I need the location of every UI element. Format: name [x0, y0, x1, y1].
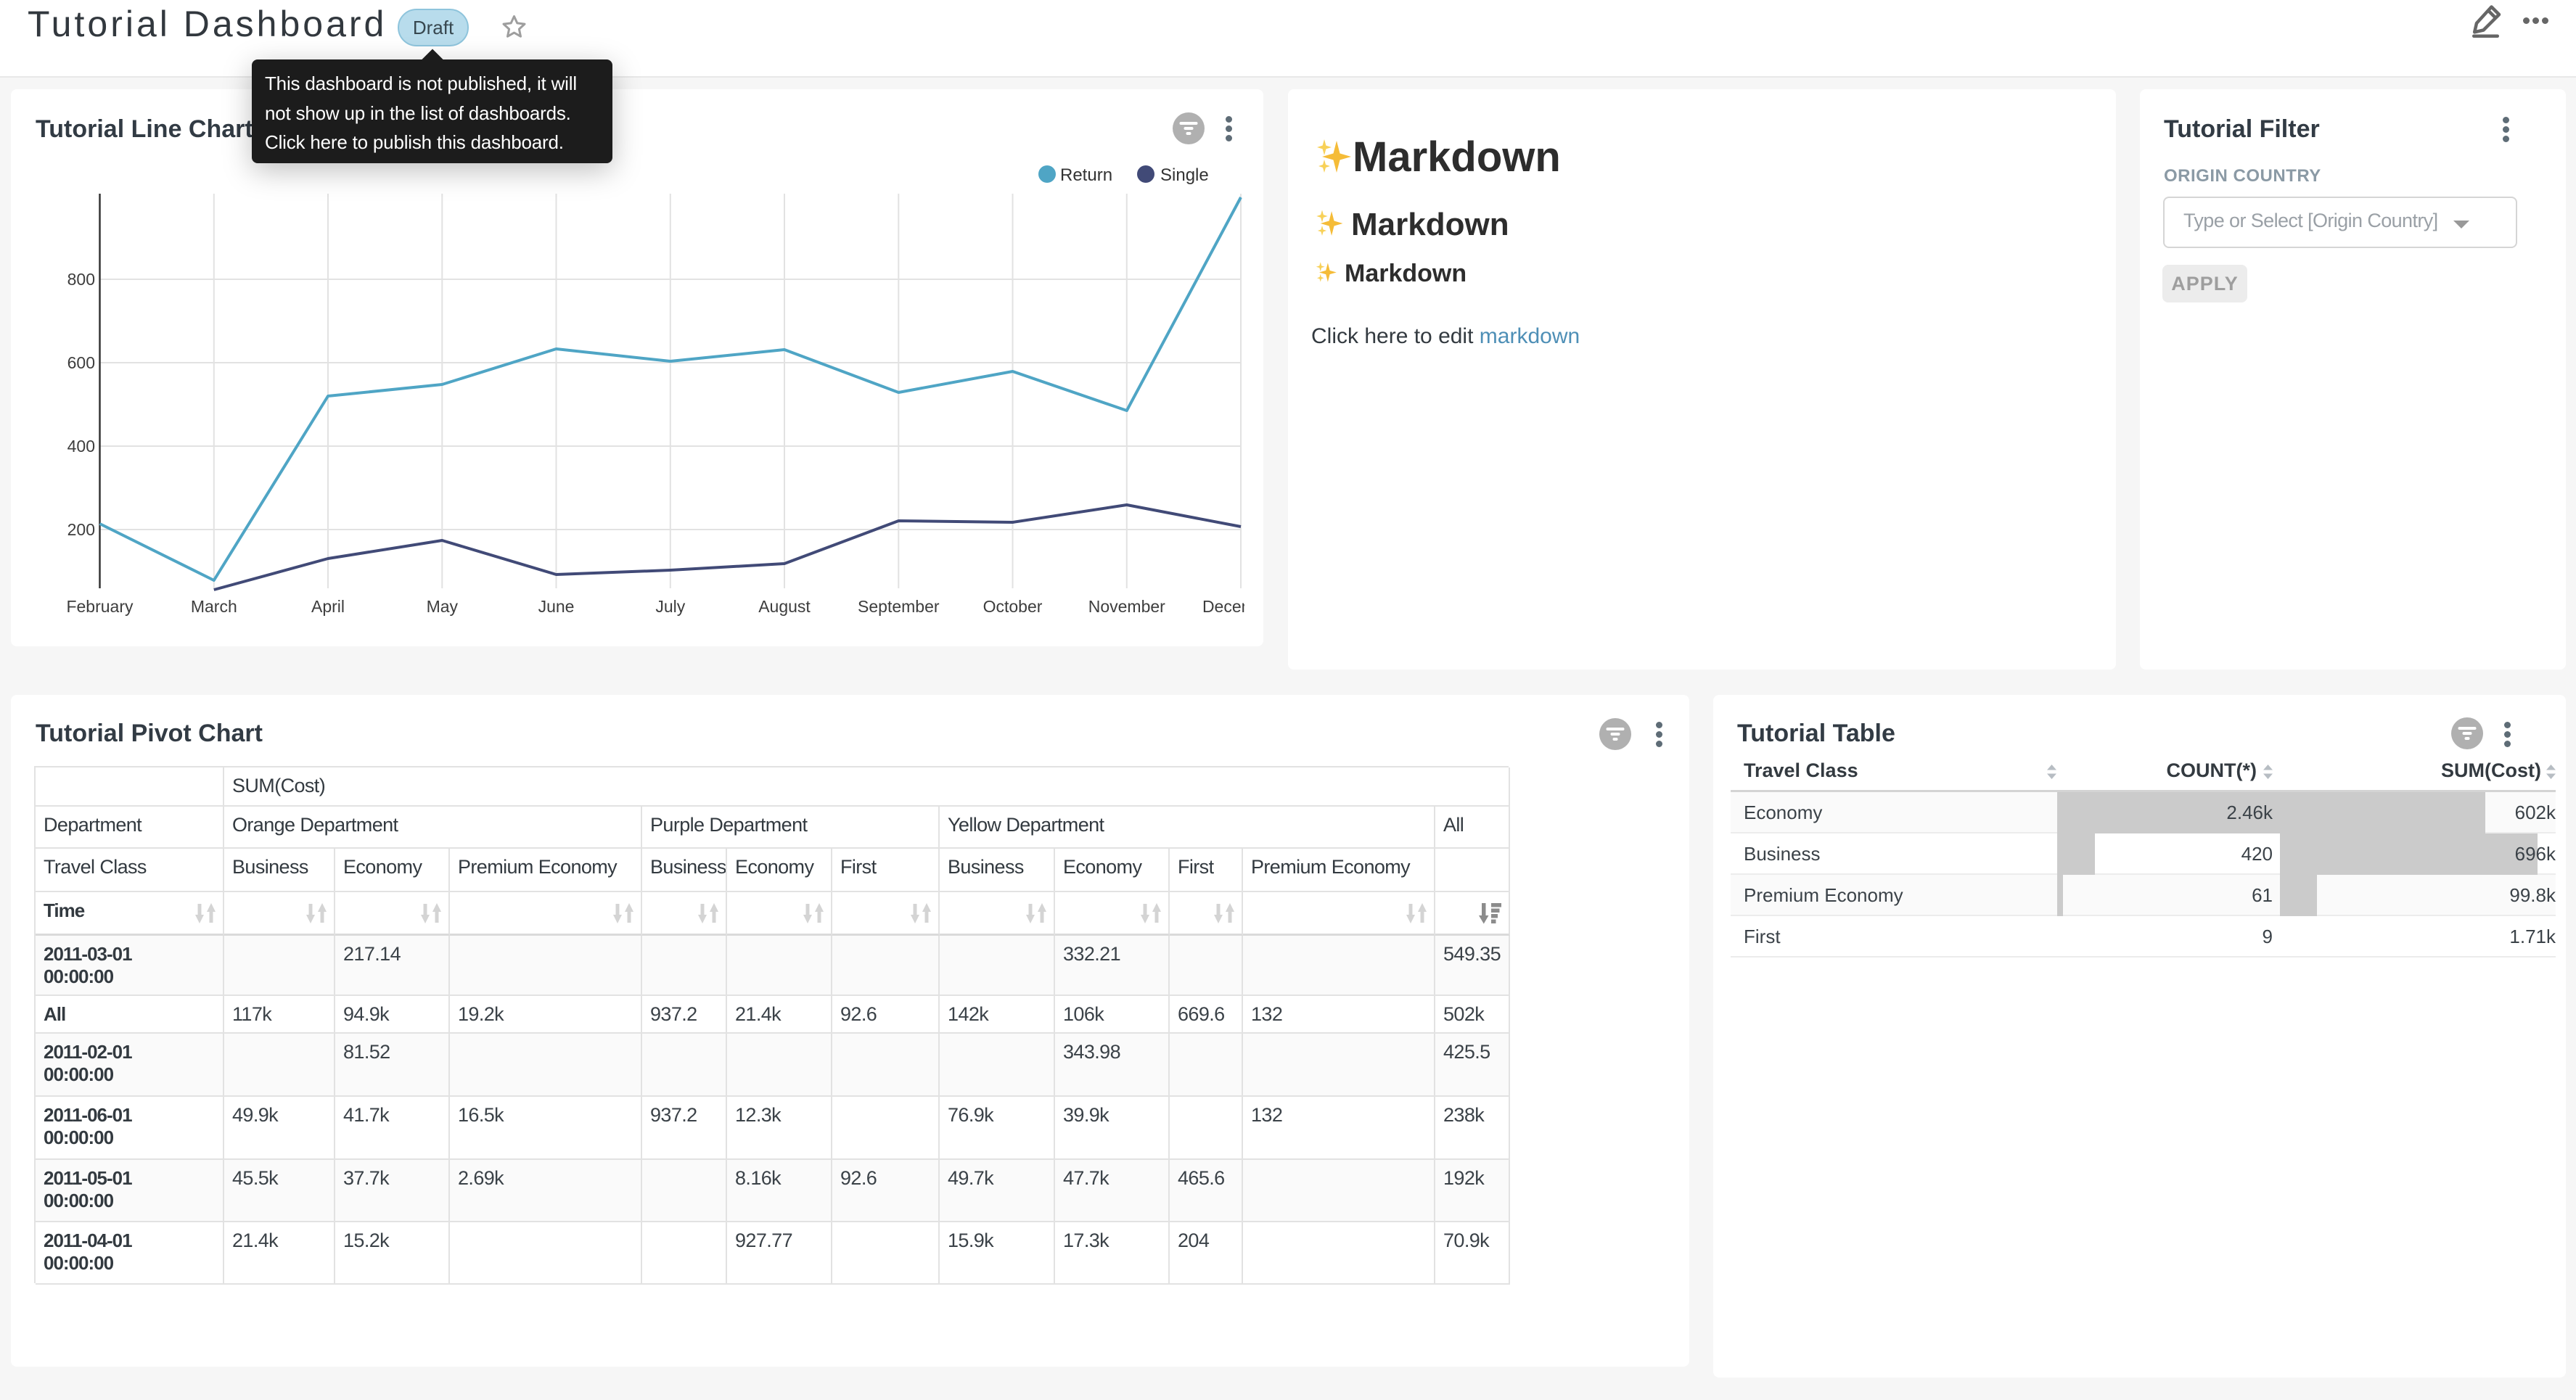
svg-text:November: November	[1088, 597, 1165, 616]
svg-text:February: February	[66, 597, 134, 616]
svg-text:April: April	[311, 597, 345, 616]
svg-text:March: March	[191, 597, 237, 616]
svg-text:800: 800	[67, 270, 95, 289]
svg-text:December: December	[1202, 597, 1244, 616]
svg-text:600: 600	[67, 353, 95, 372]
svg-text:September: September	[858, 597, 940, 616]
svg-text:October: October	[983, 597, 1043, 616]
svg-text:June: June	[538, 597, 575, 616]
svg-text:May: May	[427, 597, 459, 616]
svg-text:August: August	[758, 597, 811, 616]
svg-text:400: 400	[67, 437, 95, 456]
svg-text:200: 200	[67, 520, 95, 539]
svg-text:July: July	[655, 597, 685, 616]
svg-text:Return: Return	[1060, 165, 1112, 185]
svg-text:Single: Single	[1160, 165, 1209, 185]
